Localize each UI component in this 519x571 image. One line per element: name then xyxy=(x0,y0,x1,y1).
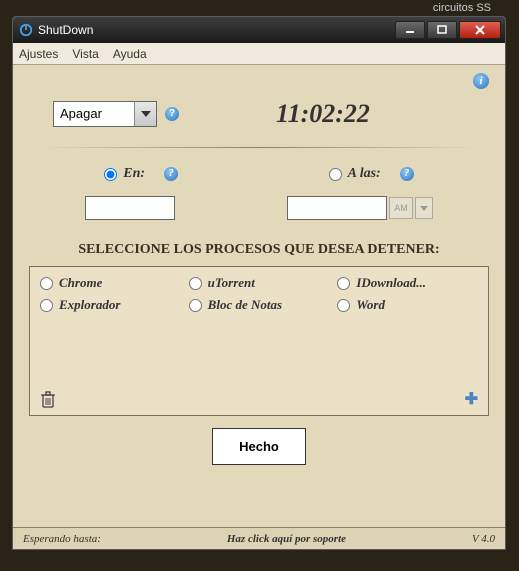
mode-en-label: En: xyxy=(123,166,145,182)
chevron-down-icon[interactable] xyxy=(415,197,433,219)
action-combo-value: Apagar xyxy=(54,102,134,126)
help-icon[interactable]: ? xyxy=(400,167,414,181)
close-button[interactable] xyxy=(459,21,501,39)
help-icon[interactable]: ? xyxy=(164,167,178,181)
app-icon xyxy=(19,23,33,37)
mode-alas-label: A las: xyxy=(348,166,381,182)
mode-alas[interactable]: A las: ? xyxy=(329,166,414,182)
process-label: Bloc de Notas xyxy=(208,297,282,313)
support-link[interactable]: Haz click aquí por soporte xyxy=(101,533,472,545)
menu-ayuda[interactable]: Ayuda xyxy=(113,47,147,61)
info-icon[interactable]: i xyxy=(473,73,489,89)
version-label: V 4.0 xyxy=(472,533,495,545)
menu-bar: Ajustes Vista Ayuda xyxy=(13,43,505,65)
help-icon[interactable]: ? xyxy=(165,107,179,121)
status-left: Esperando hasta: xyxy=(23,533,101,545)
process-chrome[interactable]: Chrome xyxy=(40,275,181,291)
ampm-toggle[interactable]: AM xyxy=(389,197,413,219)
mode-en-radio[interactable] xyxy=(104,168,117,181)
divider xyxy=(39,147,479,148)
time-input-group: AM xyxy=(287,196,433,220)
action-combo[interactable]: Apagar xyxy=(53,101,157,127)
background-tab-label: circuitos SS xyxy=(433,2,491,14)
process-bloc[interactable]: Bloc de Notas xyxy=(189,297,330,313)
duration-input[interactable] xyxy=(85,196,175,220)
content-area: i Apagar ? 11:02:22 En: ? A las: ? xyxy=(13,65,505,527)
done-button[interactable]: Hecho xyxy=(212,428,306,465)
time-input[interactable] xyxy=(287,196,387,220)
menu-vista[interactable]: Vista xyxy=(72,47,98,61)
process-utorrent-radio[interactable] xyxy=(189,277,202,290)
window-controls xyxy=(395,21,501,39)
process-label: Word xyxy=(356,297,385,313)
process-label: IDownload... xyxy=(356,275,426,291)
trash-icon[interactable] xyxy=(40,391,56,409)
add-icon[interactable]: ✚ xyxy=(465,389,478,409)
process-explorador[interactable]: Explorador xyxy=(40,297,181,313)
process-idownload[interactable]: IDownload... xyxy=(337,275,478,291)
title-bar[interactable]: ShutDown xyxy=(13,17,505,43)
processes-section-title: SELECCIONE LOS PROCESOS QUE DESEA DETENE… xyxy=(29,242,489,258)
menu-ajustes[interactable]: Ajustes xyxy=(19,47,58,61)
mode-alas-radio[interactable] xyxy=(329,168,342,181)
process-label: Chrome xyxy=(59,275,102,291)
window-title: ShutDown xyxy=(38,23,395,37)
process-word-radio[interactable] xyxy=(337,299,350,312)
mode-en[interactable]: En: ? xyxy=(104,166,178,182)
process-chrome-radio[interactable] xyxy=(40,277,53,290)
status-bar: Esperando hasta: Haz click aquí por sopo… xyxy=(13,527,505,549)
process-utorrent[interactable]: uTorrent xyxy=(189,275,330,291)
minimize-button[interactable] xyxy=(395,21,425,39)
process-idownload-radio[interactable] xyxy=(337,277,350,290)
maximize-button[interactable] xyxy=(427,21,457,39)
process-label: uTorrent xyxy=(208,275,255,291)
process-label: Explorador xyxy=(59,297,120,313)
chevron-down-icon[interactable] xyxy=(134,102,156,126)
process-explorador-radio[interactable] xyxy=(40,299,53,312)
process-bloc-radio[interactable] xyxy=(189,299,202,312)
processes-box: Chrome uTorrent IDownload... Explorador … xyxy=(29,266,489,416)
clock-display: 11:02:22 xyxy=(187,99,489,129)
process-word[interactable]: Word xyxy=(337,297,478,313)
app-window: ShutDown Ajustes Vista Ayuda i Apagar xyxy=(12,16,506,550)
